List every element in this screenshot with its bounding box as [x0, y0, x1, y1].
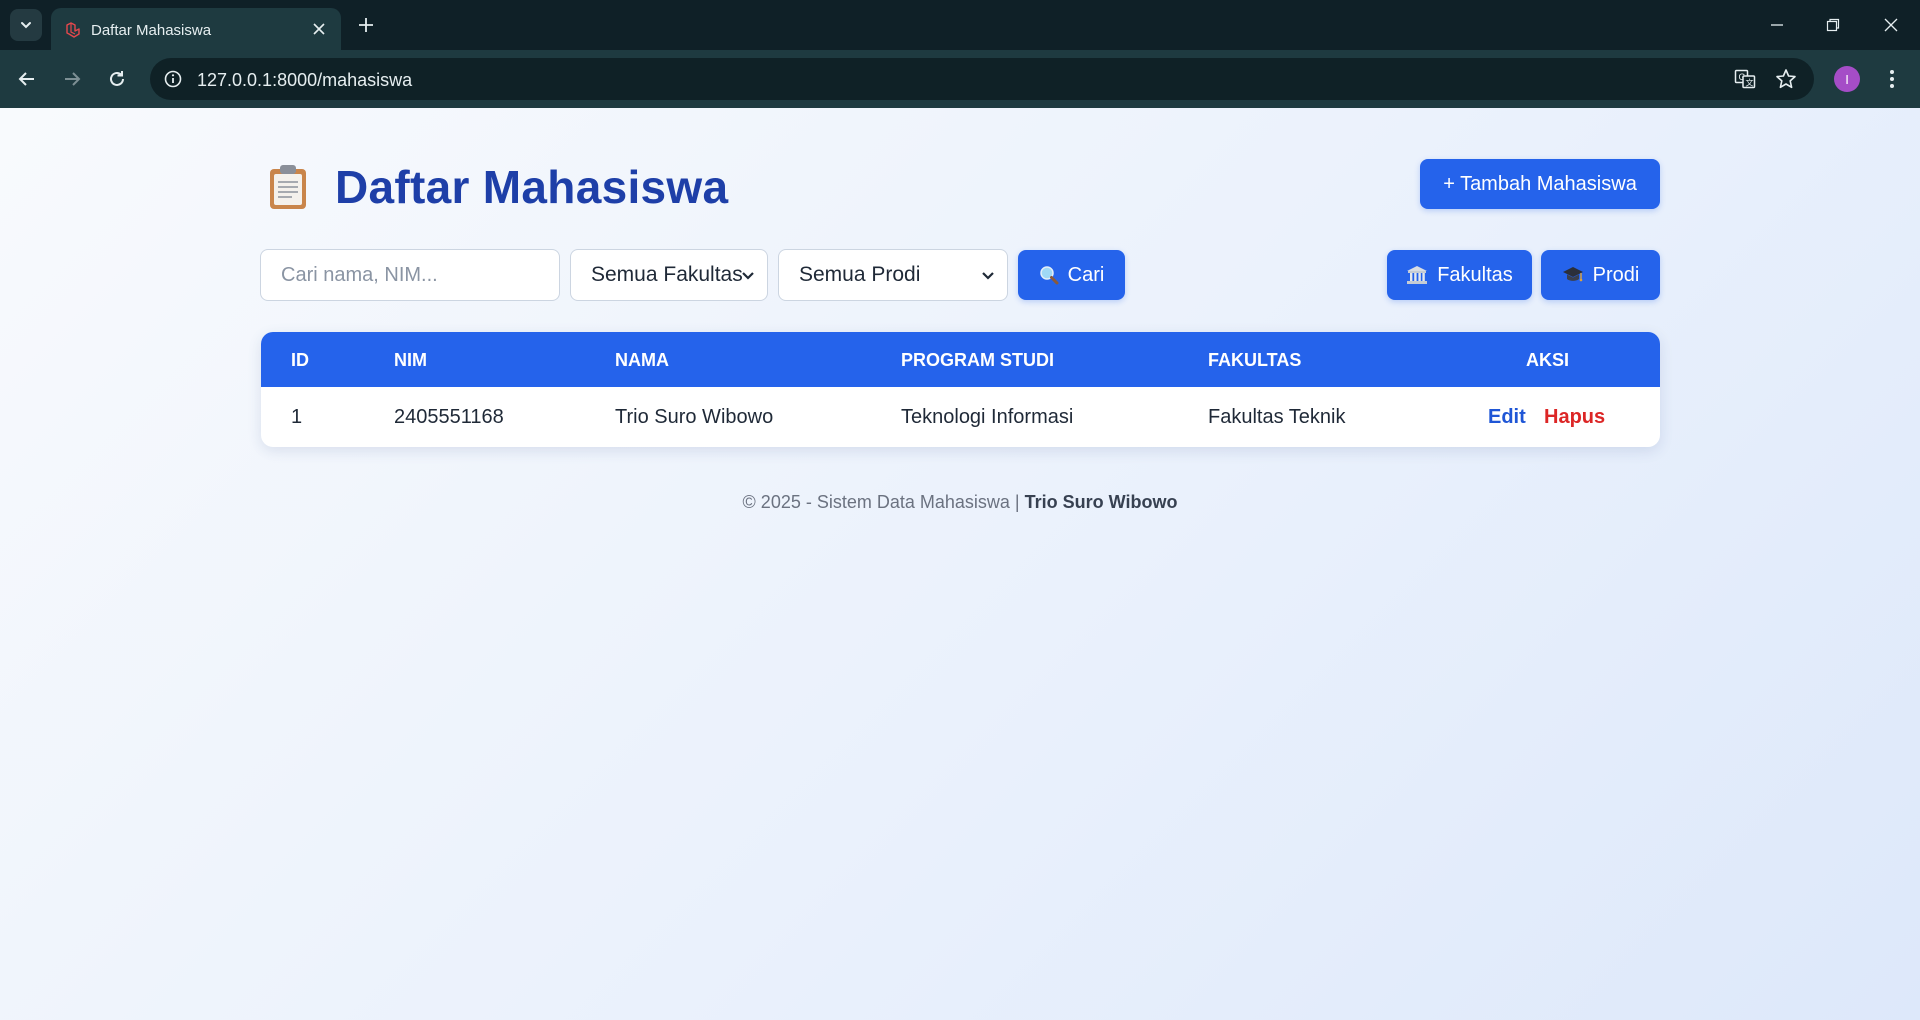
chevron-down-icon: [21, 22, 31, 29]
column-header-program-studi: PROGRAM STUDI: [901, 350, 1054, 370]
fakultas-select[interactable]: Semua Fakultas: [570, 249, 768, 301]
forward-button[interactable]: [55, 62, 89, 96]
clipboard-icon: [270, 165, 306, 209]
url-text: 127.0.0.1:8000/mahasiswa: [197, 70, 413, 90]
reload-button[interactable]: [100, 62, 134, 96]
mahasiswa-table: ID NIM NAMA PROGRAM STUDI FAKULTAS AKSI …: [261, 332, 1660, 447]
tab-close-button[interactable]: [309, 19, 329, 39]
fakultas-button-label: Fakultas: [1437, 263, 1513, 286]
add-mahasiswa-button[interactable]: + Tambah Mahasiswa: [1420, 159, 1660, 209]
minimize-button[interactable]: [1762, 10, 1792, 40]
fakultas-select-value: Semua Fakultas: [591, 263, 743, 286]
search-placeholder: Cari nama, NIM...: [281, 263, 438, 286]
bookmark-button[interactable]: [1774, 67, 1798, 91]
laravel-icon: [66, 22, 80, 38]
search-button-label: Cari: [1067, 263, 1105, 286]
prodi-select[interactable]: Semua Prodi: [778, 249, 1008, 301]
browser-menu-button[interactable]: [1880, 65, 1904, 93]
browser-tab[interactable]: Daftar Mahasiswa: [51, 8, 341, 50]
new-tab-button[interactable]: [354, 13, 378, 37]
column-header-id: ID: [291, 350, 309, 370]
table-header: ID NIM NAMA PROGRAM STUDI FAKULTAS AKSI: [261, 332, 1660, 387]
chevron-down-icon: [742, 272, 754, 280]
page-content: Daftar Mahasiswa + Tambah Mahasiswa Cari…: [0, 108, 1920, 1020]
star-icon: [1776, 69, 1796, 89]
arrow-left-icon: [18, 72, 34, 86]
tab-title: Daftar Mahasiswa: [91, 22, 212, 39]
classical-building-icon: [1407, 266, 1428, 284]
edit-link[interactable]: Edit: [1488, 406, 1526, 429]
cell-nim: 2405551168: [394, 406, 504, 428]
reload-icon: [110, 71, 124, 86]
prodi-button[interactable]: Prodi: [1541, 250, 1660, 300]
column-header-aksi: AKSI: [1526, 350, 1570, 370]
footer: © 2025 - Sistem Data Mahasiswa | Trio Su…: [0, 492, 1920, 513]
magnifier-icon: [1039, 266, 1059, 285]
cell-nama: Trio Suro Wibowo: [615, 406, 774, 428]
more-vertical-icon: [1890, 70, 1894, 88]
column-header-fakultas: FAKULTAS: [1208, 350, 1302, 370]
search-input[interactable]: Cari nama, NIM...: [260, 249, 560, 301]
restore-button[interactable]: [1818, 10, 1848, 40]
delete-link[interactable]: Hapus: [1544, 406, 1605, 429]
plus-icon: [359, 18, 373, 32]
column-header-nama: NAMA: [615, 350, 669, 370]
translate-icon: G文: [1734, 69, 1756, 89]
site-info-button[interactable]: [160, 66, 186, 92]
svg-text:文: 文: [1746, 78, 1754, 88]
cell-program-studi: Teknologi Informasi: [901, 406, 1074, 428]
fakultas-button[interactable]: Fakultas: [1387, 250, 1532, 300]
browser-toolbar: 127.0.0.1:8000/mahasiswa G文 I: [0, 50, 1920, 108]
back-button[interactable]: [10, 62, 44, 96]
prodi-button-label: Prodi: [1592, 263, 1640, 286]
restore-icon: [1826, 18, 1840, 32]
translate-button[interactable]: G文: [1733, 67, 1757, 91]
cell-fakultas: Fakultas Teknik: [1208, 406, 1346, 428]
close-icon: [1884, 18, 1898, 32]
search-button[interactable]: Cari: [1018, 250, 1125, 300]
column-header-nim: NIM: [394, 350, 427, 370]
cell-id: 1: [291, 406, 303, 428]
footer-text: © 2025 - Sistem Data Mahasiswa |: [742, 492, 1020, 512]
minimize-icon: [1771, 24, 1783, 26]
arrow-right-icon: [65, 72, 81, 86]
prodi-select-value: Semua Prodi: [799, 263, 921, 286]
graduation-cap-icon: [1562, 267, 1583, 282]
info-icon: [164, 70, 182, 88]
tab-search-button[interactable]: [10, 9, 42, 41]
address-bar[interactable]: 127.0.0.1:8000/mahasiswa G文: [150, 58, 1814, 100]
close-window-button[interactable]: [1876, 10, 1906, 40]
browser-tab-bar: Daftar Mahasiswa: [0, 0, 1920, 50]
close-icon: [313, 23, 325, 35]
page-title: Daftar Mahasiswa: [335, 161, 729, 213]
footer-author: Trio Suro Wibowo: [1024, 492, 1178, 512]
chevron-down-icon: [982, 272, 994, 280]
profile-avatar[interactable]: I: [1834, 66, 1860, 92]
